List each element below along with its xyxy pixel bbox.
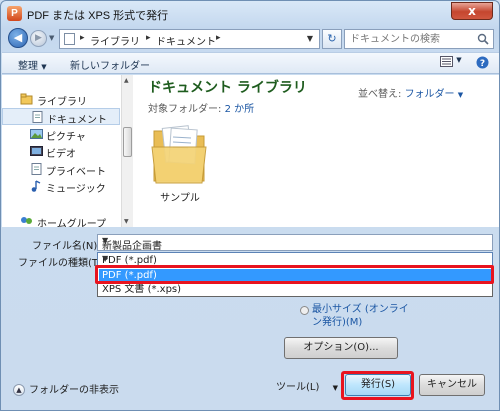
filetype-option-xps[interactable]: XPS 文書 (*.xps) [99, 283, 491, 297]
search-box[interactable] [344, 29, 494, 49]
powerpoint-app-icon: P [7, 6, 22, 21]
recent-pages-dropdown[interactable]: ▼ [49, 34, 57, 42]
chevron-down-icon: ▼ [49, 34, 55, 42]
address-bar[interactable]: ▸ ライブラリ ▸ ドキュメント ▸ ▼ [59, 29, 320, 49]
document-icon [31, 163, 42, 175]
hide-folders-toggle[interactable]: ▲ フォルダーの非表示 [13, 381, 119, 396]
target-folders-label: 対象フォルダー: [148, 104, 222, 115]
new-folder-label: 新しいフォルダー [70, 61, 150, 72]
nav-item-libraries[interactable]: ライブラリ [2, 91, 120, 108]
chevron-down-icon[interactable]: ▼ [102, 254, 489, 263]
browser-area: ライブラリ ドキュメント ピクチャ ビデオ プライベート ミュージック ホームグ… [2, 75, 499, 227]
search-input[interactable] [345, 30, 475, 48]
address-dropdown-icon[interactable]: ▼ [303, 32, 317, 46]
scrollbar-thumb[interactable] [123, 127, 132, 157]
breadcrumb-documents[interactable]: ドキュメント [156, 33, 216, 48]
view-icon [440, 56, 453, 67]
tools-label: ツール(L) [276, 382, 320, 393]
window-title: PDF または XPS 形式で発行 [27, 10, 169, 22]
highlight-box-publish [341, 371, 414, 400]
options-button[interactable]: オプション(O)... [284, 337, 398, 359]
nav-item-label: プライベート [46, 167, 106, 178]
close-button[interactable]: x [451, 2, 493, 20]
music-icon [31, 180, 41, 192]
forward-arrow-icon: ▶ [35, 33, 42, 43]
library-title: ドキュメント ライブラリ [148, 80, 307, 96]
video-icon [30, 146, 43, 156]
breadcrumb-library[interactable]: ライブラリ [90, 33, 140, 48]
nav-item-pictures[interactable]: ピクチャ [2, 126, 120, 143]
view-options-button[interactable]: ▼ [440, 56, 462, 70]
nav-pane-scrollbar[interactable]: ▲ ▼ [121, 75, 133, 227]
help-button[interactable]: ? [476, 56, 489, 72]
refresh-button[interactable]: ↻ [322, 29, 342, 49]
cancel-button[interactable]: キャンセル [419, 374, 485, 396]
arrange-label: 並べ替え: [358, 89, 402, 100]
nav-item-label: ライブラリ [37, 97, 87, 108]
filename-label: ファイル名(N): [32, 241, 101, 252]
breadcrumb-separator-icon: ▸ [146, 33, 151, 43]
new-folder-button[interactable]: 新しいフォルダー [70, 57, 150, 72]
command-bar: 整理 ▼ 新しいフォルダー ▼ ? [2, 52, 499, 74]
breadcrumb-separator-icon: ▸ [216, 33, 221, 43]
organize-label: 整理 [18, 61, 38, 72]
folder-item[interactable]: サンプル [148, 119, 212, 205]
publish-dialog: P PDF または XPS 形式で発行 x ◀ ▶ ▼ ▸ ライブラリ ▸ ドキ… [0, 0, 500, 411]
nav-item-label: ホームグループ [37, 219, 107, 227]
title-bar: P PDF または XPS 形式で発行 x [1, 1, 499, 26]
picture-icon [30, 129, 43, 139]
nav-item-private[interactable]: プライベート [2, 161, 120, 178]
nav-item-music[interactable]: ミュージック [2, 178, 120, 195]
min-size-label[interactable]: 最小サイズ (オンライン発行)(M) [312, 303, 412, 329]
back-button[interactable]: ◀ [8, 28, 28, 48]
folder-icon [151, 125, 207, 184]
filename-field[interactable]: 新製品企画書 ▼ [97, 234, 493, 252]
chevron-down-icon: ▼ [332, 384, 338, 392]
library-target: 対象フォルダー: 2 か所 [148, 100, 254, 115]
nav-item-label: ピクチャ [46, 132, 86, 143]
highlight-box-pdf-option [95, 265, 494, 284]
svg-text:?: ? [480, 59, 485, 69]
document-icon [32, 111, 43, 123]
navigation-pane: ライブラリ ドキュメント ピクチャ ビデオ プライベート ミュージック ホームグ… [2, 75, 122, 227]
nav-item-documents[interactable]: ドキュメント [2, 108, 120, 126]
folder-icon [64, 33, 75, 45]
nav-item-homegroup[interactable]: ホームグループ [2, 213, 120, 227]
chevron-down-icon: ▼ [41, 63, 47, 71]
filetype-label: ファイルの種類(T): [18, 258, 106, 269]
arrange-value: フォルダー [404, 89, 455, 100]
target-folders-link[interactable]: 2 か所 [225, 104, 255, 115]
scroll-up-icon[interactable]: ▲ [124, 77, 129, 84]
homegroup-icon [21, 217, 32, 224]
arrange-by: 並べ替え: フォルダー ▼ [358, 85, 463, 100]
nav-item-label: ビデオ [46, 149, 76, 160]
chevron-down-icon: ▼ [457, 91, 464, 99]
hide-folders-label: フォルダーの非表示 [29, 385, 119, 396]
chevron-down-icon: ▼ [456, 56, 462, 64]
nav-item-label: ミュージック [46, 184, 106, 195]
library-icon [20, 93, 33, 105]
chevron-up-icon: ▲ [13, 384, 25, 396]
help-icon: ? [476, 56, 489, 69]
organize-button[interactable]: 整理 ▼ [18, 57, 47, 72]
min-size-radio[interactable] [300, 306, 309, 315]
tools-button[interactable]: ツール(L) ▼ [276, 378, 338, 393]
nav-item-label: ドキュメント [47, 115, 107, 126]
folder-item-label: サンプル [160, 193, 200, 204]
scroll-down-icon[interactable]: ▼ [124, 218, 129, 225]
breadcrumb-separator-icon: ▸ [80, 33, 85, 43]
forward-button[interactable]: ▶ [30, 30, 47, 47]
nav-item-videos[interactable]: ビデオ [2, 143, 120, 160]
arrange-dropdown[interactable]: フォルダー ▼ [405, 89, 464, 100]
chevron-down-icon[interactable]: ▼ [102, 236, 489, 245]
refresh-icon: ↻ [327, 32, 337, 45]
search-icon [477, 33, 489, 45]
back-arrow-icon: ◀ [13, 31, 23, 44]
